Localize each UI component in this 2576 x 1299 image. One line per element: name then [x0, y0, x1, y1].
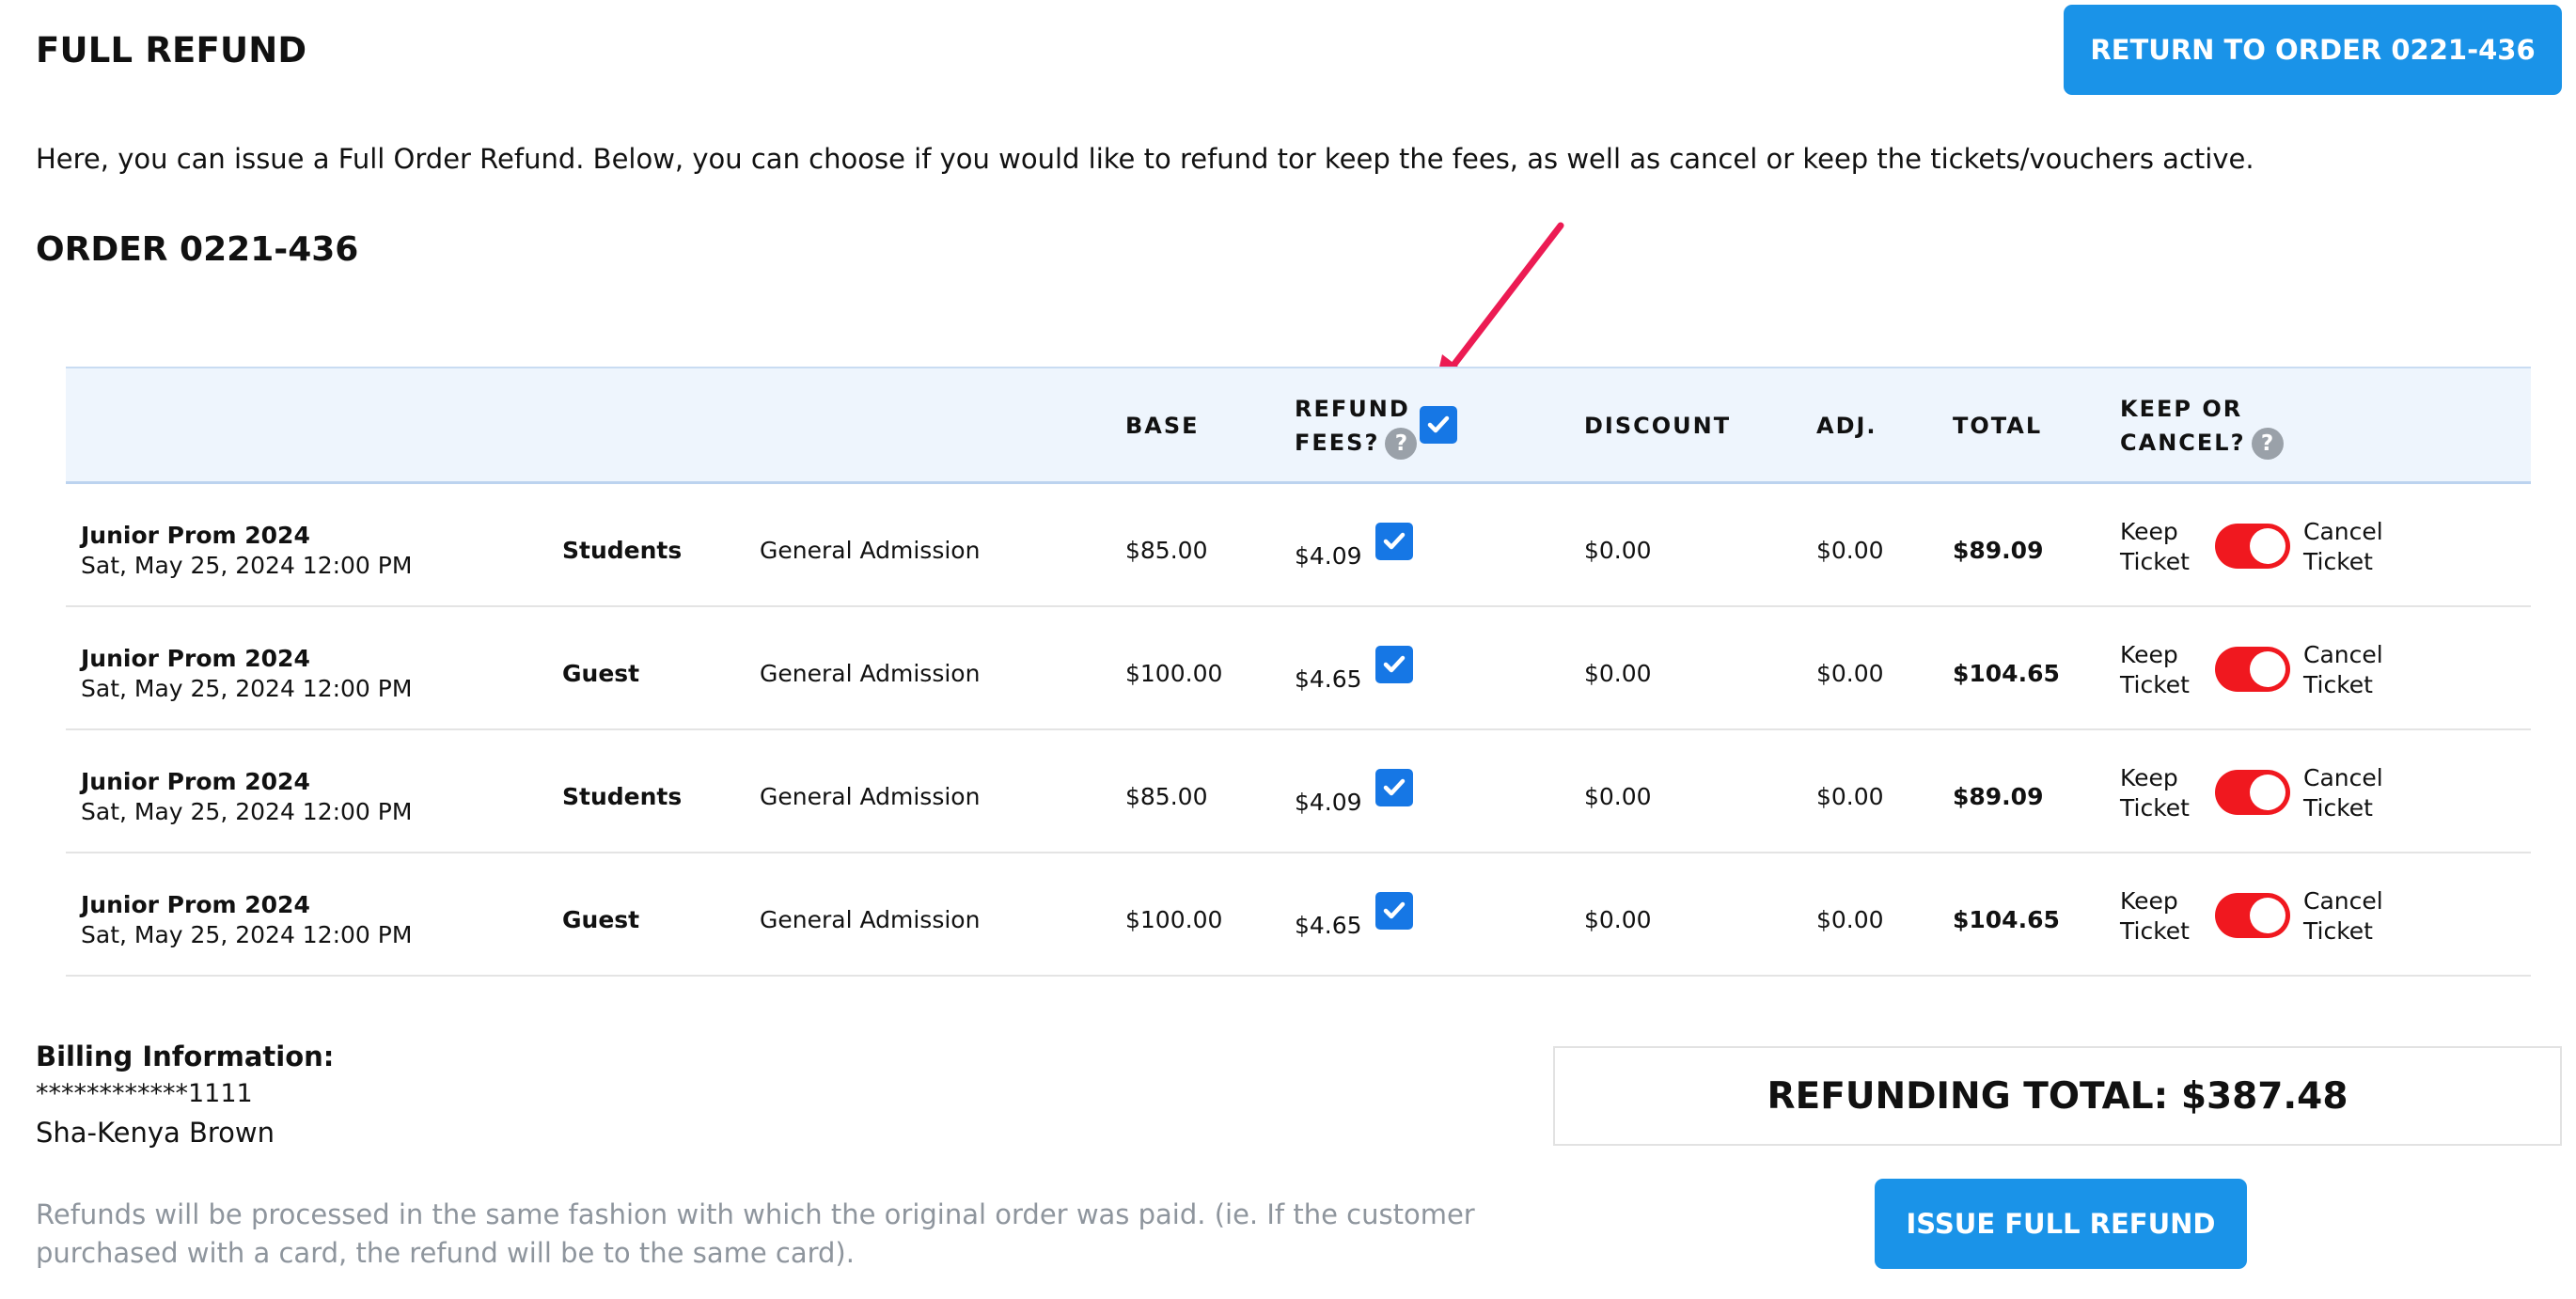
- order-title: ORDER 0221-436: [36, 230, 359, 269]
- column-header-base: BASE: [1125, 413, 1200, 439]
- event-name: Junior Prom 2024: [81, 522, 310, 549]
- fee-amount: $4.65: [1295, 665, 1362, 693]
- base-price: $100.00: [1125, 660, 1223, 687]
- adjustment-amount: $0.00: [1816, 783, 1884, 810]
- column-header-adj: ADJ.: [1816, 413, 1877, 439]
- row-total: $89.09: [1953, 783, 2044, 810]
- page-title: FULL REFUND: [36, 30, 307, 70]
- event-date: Sat, May 25, 2024 12:00 PM: [81, 552, 413, 579]
- ticket-type: Guest: [562, 906, 640, 933]
- column-header-refund-fees-line1: REFUND: [1295, 396, 1410, 422]
- discount-amount: $0.00: [1584, 660, 1652, 687]
- toggle-knob: [2250, 775, 2285, 810]
- column-header-discount: DISCOUNT: [1584, 413, 1732, 439]
- discount-amount: $0.00: [1584, 537, 1652, 564]
- cancel-ticket-label: Cancel Ticket: [2303, 887, 2383, 945]
- toggle-knob: [2250, 898, 2285, 933]
- refund-fee-checkbox[interactable]: [1375, 769, 1413, 806]
- table-row: Junior Prom 2024 Sat, May 25, 2024 12:00…: [66, 853, 2531, 977]
- issue-full-refund-button[interactable]: ISSUE FULL REFUND: [1875, 1179, 2247, 1269]
- checkmark-icon: [1383, 901, 1406, 919]
- table-row: Junior Prom 2024 Sat, May 25, 2024 12:00…: [66, 484, 2531, 607]
- billing-card-number: ************1111: [36, 1079, 253, 1108]
- column-header-total: TOTAL: [1953, 413, 2043, 439]
- event-name: Junior Prom 2024: [81, 891, 310, 918]
- ticket-type: Guest: [562, 660, 640, 687]
- row-total: $89.09: [1953, 537, 2044, 564]
- column-header-keep-or-cancel-line1: KEEP OR: [2120, 396, 2243, 422]
- row-total: $104.65: [1953, 660, 2060, 687]
- row-total: $104.65: [1953, 906, 2060, 933]
- base-price: $85.00: [1125, 537, 1208, 564]
- keep-cancel-toggle[interactable]: [2215, 647, 2290, 692]
- keep-ticket-label: Keep Ticket: [2120, 764, 2190, 822]
- refund-total: REFUNDING TOTAL: $387.48: [1553, 1046, 2562, 1146]
- event-date: Sat, May 25, 2024 12:00 PM: [81, 798, 413, 825]
- billing-name: Sha-Kenya Brown: [36, 1117, 275, 1149]
- admission-type: General Admission: [760, 783, 981, 810]
- adjustment-amount: $0.00: [1816, 537, 1884, 564]
- checkmark-icon: [1383, 778, 1406, 796]
- keep-ticket-label: Keep Ticket: [2120, 518, 2190, 575]
- checkmark-icon: [1383, 532, 1406, 550]
- column-header-keep-or-cancel-line2: CANCEL?: [2120, 430, 2246, 456]
- refund-fee-checkbox[interactable]: [1375, 892, 1413, 930]
- ticket-type: Students: [562, 537, 683, 564]
- fee-amount: $4.65: [1295, 912, 1362, 939]
- refund-table: BASE REFUND FEES?? DISCOUNT ADJ. TOTAL K…: [66, 367, 2531, 977]
- refund-all-fees-checkbox[interactable]: [1420, 406, 1457, 444]
- billing-title: Billing Information:: [36, 1041, 335, 1072]
- table-row: Junior Prom 2024 Sat, May 25, 2024 12:00…: [66, 730, 2531, 853]
- admission-type: General Admission: [760, 906, 981, 933]
- fee-amount: $4.09: [1295, 789, 1362, 816]
- ticket-type: Students: [562, 783, 683, 810]
- adjustment-amount: $0.00: [1816, 906, 1884, 933]
- refund-fees-help-icon[interactable]: ?: [1385, 428, 1418, 460]
- refund-fee-checkbox[interactable]: [1375, 646, 1413, 683]
- keep-cancel-toggle[interactable]: [2215, 770, 2290, 815]
- keep-cancel-toggle[interactable]: [2215, 893, 2290, 938]
- admission-type: General Admission: [760, 537, 981, 564]
- event-name: Junior Prom 2024: [81, 645, 310, 672]
- discount-amount: $0.00: [1584, 783, 1652, 810]
- event-name: Junior Prom 2024: [81, 768, 310, 795]
- cancel-ticket-label: Cancel Ticket: [2303, 518, 2383, 575]
- keep-cancel-toggle[interactable]: [2215, 524, 2290, 569]
- column-header-keep-or-cancel: KEEP OR CANCEL??: [2120, 392, 2284, 460]
- toggle-knob: [2250, 651, 2285, 687]
- cancel-ticket-label: Cancel Ticket: [2303, 764, 2383, 822]
- refund-note: Refunds will be processed in the same fa…: [36, 1198, 1475, 1269]
- table-header: BASE REFUND FEES?? DISCOUNT ADJ. TOTAL K…: [66, 367, 2531, 484]
- base-price: $100.00: [1125, 906, 1223, 933]
- adjustment-amount: $0.00: [1816, 660, 1884, 687]
- column-header-refund-fees-line2: FEES?: [1295, 430, 1380, 456]
- refund-fee-checkbox[interactable]: [1375, 523, 1413, 560]
- keep-ticket-label: Keep Ticket: [2120, 887, 2190, 945]
- toggle-knob: [2250, 528, 2285, 564]
- checkmark-icon: [1383, 655, 1406, 673]
- intro-text: Here, you can issue a Full Order Refund.…: [36, 143, 2254, 175]
- admission-type: General Admission: [760, 660, 981, 687]
- keep-or-cancel-help-icon[interactable]: ?: [2251, 428, 2284, 460]
- base-price: $85.00: [1125, 783, 1208, 810]
- fee-amount: $4.09: [1295, 542, 1362, 570]
- checkmark-icon: [1427, 415, 1450, 433]
- discount-amount: $0.00: [1584, 906, 1652, 933]
- keep-ticket-label: Keep Ticket: [2120, 641, 2190, 698]
- event-date: Sat, May 25, 2024 12:00 PM: [81, 921, 413, 948]
- column-header-refund-fees: REFUND FEES??: [1295, 392, 1418, 460]
- table-row: Junior Prom 2024 Sat, May 25, 2024 12:00…: [66, 607, 2531, 730]
- event-date: Sat, May 25, 2024 12:00 PM: [81, 675, 413, 702]
- return-to-order-button[interactable]: RETURN TO ORDER 0221-436: [2064, 5, 2562, 95]
- cancel-ticket-label: Cancel Ticket: [2303, 641, 2383, 698]
